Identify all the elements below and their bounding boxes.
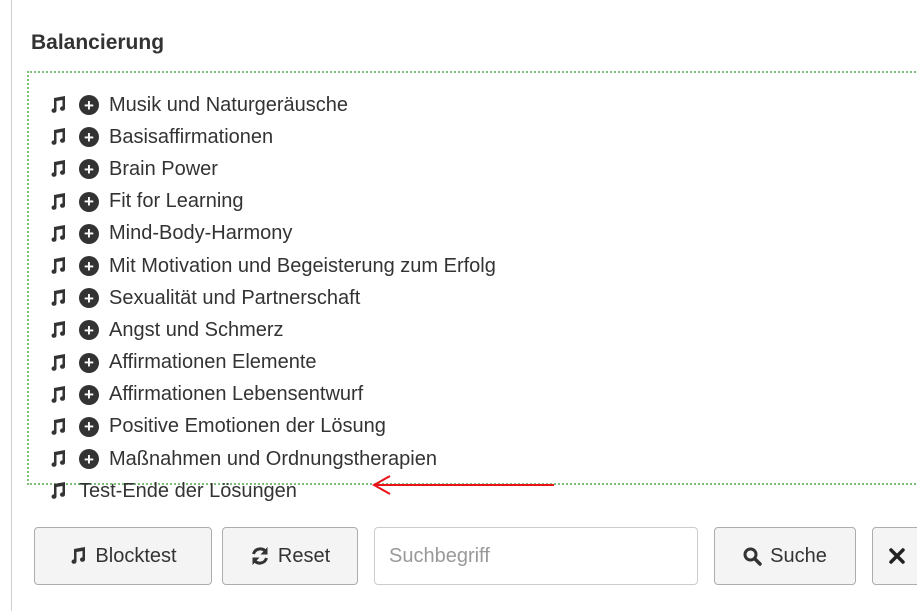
music-icon (51, 257, 66, 274)
tree-item[interactable]: + Affirmationen Lebensentwurf (49, 379, 496, 411)
reset-label: Reset (277, 544, 331, 567)
tree-item[interactable]: + Positive Emotionen der Lösung (49, 411, 496, 443)
plus-circle-icon[interactable]: + (79, 288, 99, 309)
tree-item[interactable]: + Basisaffirmationen (49, 121, 496, 153)
tree-item-label[interactable]: Mit Motivation und Begeisterung zum Erfo… (109, 255, 496, 278)
search-button[interactable]: Suche (714, 527, 856, 585)
tree-item-label[interactable]: Test-Ende der Lösungen (79, 480, 297, 503)
music-icon (71, 547, 86, 564)
plus-circle-icon[interactable]: + (79, 320, 99, 341)
clear-button[interactable] (872, 527, 917, 585)
tree-item-label[interactable]: Basisaffirmationen (109, 126, 273, 149)
plus-circle-icon[interactable]: + (79, 384, 99, 405)
blocktest-label: Blocktest (95, 544, 177, 567)
tree-item[interactable]: + Angst und Schmerz (49, 314, 496, 346)
plus-circle-icon[interactable]: + (79, 95, 99, 116)
plus-circle-icon[interactable]: + (79, 449, 99, 470)
music-icon (51, 385, 66, 403)
music-icon (51, 96, 66, 113)
tree-item-label[interactable]: Maßnahmen und Ordnungstherapien (109, 448, 437, 471)
music-icon (51, 417, 66, 435)
tree-item-label[interactable]: Musik und Naturgeräusche (109, 94, 348, 117)
plus-circle-icon[interactable]: + (79, 256, 99, 277)
tree-item-label[interactable]: Sexualität und Partnerschaft (109, 287, 360, 310)
plus-circle-icon[interactable]: + (79, 416, 99, 437)
search-icon (743, 547, 762, 566)
tree-list: + Musik und Naturgeräusche + Basisaffirmati… (49, 89, 496, 507)
search-input[interactable] (374, 527, 698, 585)
plus-circle-icon[interactable]: + (79, 352, 99, 373)
tree-item[interactable]: + Musik und Naturgeräusche (49, 89, 496, 121)
red-arrow-icon (371, 475, 554, 495)
blocktest-button[interactable]: Blocktest (34, 527, 212, 585)
music-icon (51, 224, 66, 242)
refresh-icon (251, 547, 268, 565)
music-icon (51, 482, 66, 500)
plus-circle-icon[interactable]: + (79, 223, 99, 244)
music-icon (51, 192, 66, 210)
tree-item[interactable]: + Sexualität und Partnerschaft (49, 282, 496, 314)
music-icon (51, 160, 66, 178)
reset-button[interactable]: Reset (222, 527, 358, 585)
tree-item-label[interactable]: Affirmationen Lebensentwurf (109, 383, 363, 406)
tree-item-label[interactable]: Angst und Schmerz (109, 319, 284, 342)
search-button-label: Suche (770, 544, 827, 567)
music-icon (51, 353, 66, 371)
plus-circle-icon[interactable]: + (79, 191, 99, 212)
tree-item-label[interactable]: Mind-Body-Harmony (109, 222, 292, 245)
plus-circle-icon[interactable]: + (79, 159, 99, 180)
music-icon (51, 450, 66, 467)
tree-item[interactable]: + Mit Motivation und Begeisterung zum Erf… (49, 250, 496, 282)
music-icon (51, 128, 66, 146)
music-icon (51, 289, 66, 307)
tree-item-label[interactable]: Affirmationen Elemente (109, 351, 317, 374)
section-heading: Balancierung (31, 31, 165, 54)
tree-item[interactable]: + Brain Power (49, 153, 496, 185)
music-icon (51, 321, 66, 339)
left-divider (11, 0, 12, 611)
tree-item-label[interactable]: Brain Power (109, 158, 218, 181)
close-icon (889, 548, 905, 564)
tree-item[interactable]: + Maßnahmen und Ordnungstherapien (49, 443, 496, 475)
tree-item[interactable]: + Affirmationen Elemente (49, 347, 496, 379)
tree-item-label[interactable]: Fit for Learning (109, 190, 244, 213)
tree-item[interactable]: + Mind-Body-Harmony (49, 218, 496, 250)
tree-item-label[interactable]: Positive Emotionen der Lösung (109, 415, 386, 438)
plus-circle-icon[interactable]: + (79, 127, 99, 148)
tree-item[interactable]: + Fit for Learning (49, 186, 496, 218)
tree-container: + Musik und Naturgeräusche + Basisaffirmati… (27, 71, 917, 502)
